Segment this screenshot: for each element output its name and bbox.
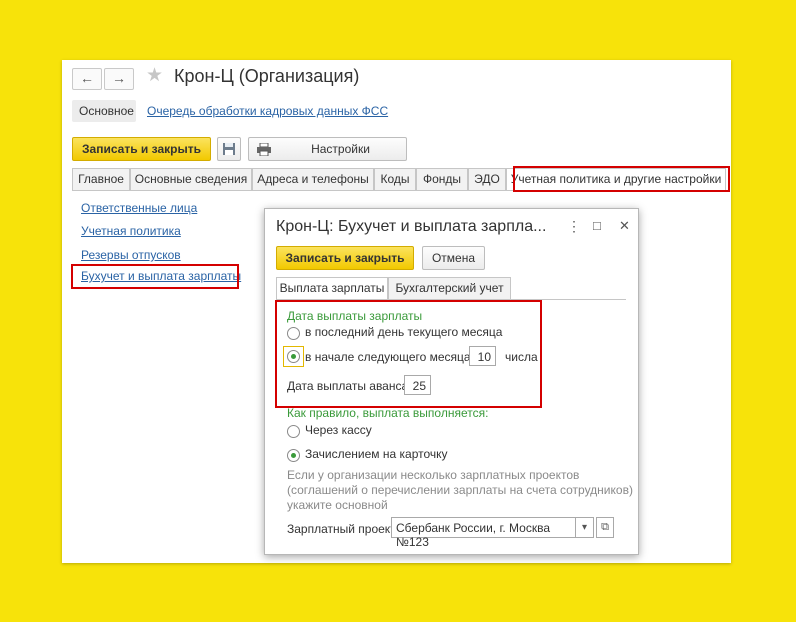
side-link-vacation-reserves[interactable]: Резервы отпусков bbox=[81, 248, 181, 262]
save-button[interactable] bbox=[217, 137, 241, 161]
salary-project-label: Зарплатный проект: bbox=[287, 522, 400, 536]
printer-icon bbox=[257, 143, 271, 156]
subnav-main-tab[interactable]: Основное bbox=[72, 100, 136, 122]
main-window: ← → ★ Крон-Ц (Организация) Основное Очер… bbox=[62, 60, 731, 563]
side-link-responsible[interactable]: Ответственные лица bbox=[81, 201, 197, 215]
option-card-label: Зачислением на карточку bbox=[305, 447, 448, 461]
window-title: Крон-Ц (Организация) bbox=[174, 66, 360, 86]
dropdown-arrow-icon[interactable]: ▾ bbox=[576, 517, 594, 538]
tab-edo[interactable]: ЭДО bbox=[468, 168, 506, 191]
tab-main[interactable]: Главное bbox=[72, 168, 130, 191]
option-cash-label: Через кассу bbox=[305, 423, 372, 437]
highlight-tab-box bbox=[513, 166, 730, 192]
dialog-save-and-close-button[interactable]: Записать и закрыть bbox=[276, 246, 414, 270]
cancel-button[interactable]: Отмена bbox=[422, 246, 485, 270]
side-link-policy[interactable]: Учетная политика bbox=[81, 224, 181, 238]
save-and-close-button[interactable]: Записать и закрыть bbox=[72, 137, 211, 161]
fss-queue-link[interactable]: Очередь обработки кадровых данных ФСС bbox=[147, 104, 388, 118]
hint-line-3: укажите основной bbox=[287, 498, 388, 512]
highlight-side-link-box bbox=[71, 264, 239, 289]
tab-codes[interactable]: Коды bbox=[374, 168, 416, 191]
hint-line-2: (соглашений о перечислении зарплаты на с… bbox=[287, 483, 633, 497]
salary-project-select[interactable]: Сбербанк России, г. Москва №123 bbox=[391, 517, 576, 549]
subnav-main-label: Основное bbox=[79, 104, 134, 118]
radio-card[interactable] bbox=[287, 449, 300, 462]
close-icon[interactable]: ✕ bbox=[619, 218, 630, 234]
dialog-title: Крон-Ц: Бухучет и выплата зарпла... bbox=[276, 218, 547, 235]
maximize-icon[interactable]: □ bbox=[593, 218, 601, 233]
radio-cash[interactable] bbox=[287, 425, 300, 438]
forward-arrow-icon[interactable]: → bbox=[104, 68, 134, 90]
tab-addresses[interactable]: Адреса и телефоны bbox=[252, 168, 374, 191]
payroll-dialog: Крон-Ц: Бухучет и выплата зарпла... ⋮ □ … bbox=[264, 208, 639, 555]
tab-basic-info[interactable]: Основные сведения bbox=[130, 168, 252, 191]
tab-salary-payment[interactable]: Выплата зарплаты bbox=[276, 277, 388, 300]
favorite-star-icon[interactable]: ★ bbox=[146, 64, 163, 87]
back-arrow-icon[interactable]: ← bbox=[72, 68, 102, 90]
org-settings-button[interactable]: Настройки организации bbox=[248, 137, 407, 178]
tab-accounting[interactable]: Бухгалтерский учет bbox=[388, 277, 511, 300]
tab-funds[interactable]: Фонды bbox=[416, 168, 468, 191]
open-item-icon[interactable]: ⧉ bbox=[596, 517, 614, 538]
floppy-disk-icon bbox=[223, 143, 235, 155]
hint-line-1: Если у организации несколько зарплатных … bbox=[287, 468, 580, 482]
highlight-pay-date-box bbox=[275, 300, 542, 408]
more-menu-icon[interactable]: ⋮ bbox=[567, 218, 581, 235]
salary-project-value: Сбербанк России, г. Москва №123 bbox=[396, 521, 551, 549]
payment-method-heading: Как правило, выплата выполняется: bbox=[287, 406, 489, 420]
